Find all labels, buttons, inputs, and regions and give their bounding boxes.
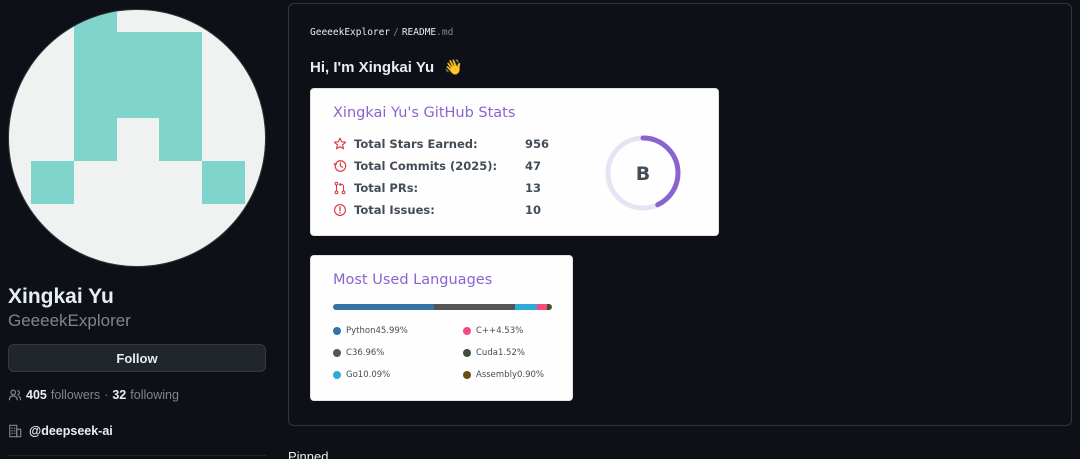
language-name: C++ — [476, 326, 497, 336]
following-label: following — [130, 388, 179, 402]
language-color-dot — [333, 327, 341, 335]
rank-grade: B — [636, 163, 650, 185]
profile-username: GeeeekExplorer — [8, 311, 131, 330]
language-legend-item: Python 45.99% — [333, 326, 408, 336]
language-percent: 0.90% — [516, 370, 544, 380]
stat-label: Total PRs: — [354, 181, 419, 195]
wave-emoji-icon: 👋 — [444, 59, 464, 76]
language-bar-segment — [549, 304, 552, 310]
language-bar-segment — [514, 304, 537, 310]
stats-card-title: Xingkai Yu's GitHub Stats — [333, 105, 516, 121]
readme-breadcrumb: GeeeekExplorer / README.md — [310, 27, 453, 38]
most-used-languages-card: Most Used Languages Python 45.99% C 36.96… — [310, 255, 573, 401]
following-link[interactable]: 32 following — [112, 388, 179, 402]
pull-request-icon — [334, 181, 346, 195]
breadcrumb-extension: .md — [436, 27, 454, 38]
sidebar-divider — [8, 455, 266, 456]
language-legend-item: Cuda 1.52% — [463, 348, 525, 358]
stat-label: Total Issues: — [354, 203, 435, 217]
stat-value: 956 — [525, 137, 550, 151]
stat-row-commits: Total Commits (2025): 47 — [333, 157, 541, 175]
language-legend-item: C 36.96% — [333, 348, 384, 358]
organization[interactable]: @deepseek-ai — [8, 424, 113, 438]
identicon-image — [31, 10, 245, 204]
language-percent: 45.99% — [375, 326, 408, 336]
breadcrumb-file[interactable]: README — [402, 27, 436, 38]
star-icon — [333, 137, 347, 150]
language-name: Cuda — [476, 348, 498, 358]
breadcrumb-separator: / — [393, 27, 399, 38]
language-legend-item: Go 10.09% — [333, 370, 390, 380]
greeting-text: Hi, I'm Xingkai Yu — [310, 59, 435, 76]
language-bar-segment — [433, 304, 515, 310]
language-percent: 36.96% — [351, 348, 385, 358]
follow-button[interactable]: Follow — [8, 344, 266, 372]
follow-separator: · — [104, 388, 109, 402]
breadcrumb-user[interactable]: GeeeekExplorer — [310, 27, 390, 38]
language-color-dot — [463, 349, 471, 357]
clock-icon — [333, 160, 347, 172]
stat-row-issues: Total Issues: 10 — [333, 201, 541, 219]
stat-label: Total Commits (2025): — [354, 159, 498, 173]
followers-link[interactable]: 405 followers — [26, 388, 100, 402]
language-name: Go — [346, 370, 358, 380]
languages-card-title: Most Used Languages — [333, 272, 493, 288]
language-percent: 10.09% — [357, 370, 391, 380]
stat-value: 47 — [525, 159, 542, 173]
organization-icon — [9, 424, 22, 438]
stat-label: Total Stars Earned: — [354, 137, 478, 151]
language-color-dot — [333, 371, 341, 379]
language-name: Assembly — [476, 370, 517, 380]
languages-bar — [333, 304, 552, 310]
language-legend-item: Assembly 0.90% — [463, 370, 544, 380]
rank-ring: B — [605, 135, 681, 211]
profile-page: Xingkai Yu GeeeekExplorer Follow 405 fol… — [0, 0, 1080, 459]
stat-value: 13 — [525, 181, 542, 195]
readme-panel: GeeeekExplorer / README.md Hi, I'm Xingkai… — [288, 3, 1072, 426]
following-count: 32 — [112, 388, 127, 402]
language-bar-segment — [333, 304, 434, 310]
language-percent: 4.53% — [496, 326, 524, 336]
issue-icon — [334, 204, 346, 216]
stat-row-prs: Total PRs: 13 — [333, 179, 541, 197]
language-color-dot — [463, 327, 471, 335]
readme-greeting: Hi, I'm Xingkai Yu 👋 — [310, 58, 463, 76]
profile-full-name: Xingkai Yu — [8, 285, 114, 308]
language-color-dot — [333, 349, 341, 357]
github-stats-card: Xingkai Yu's GitHub Stats Total Stars Ea… — [310, 88, 719, 236]
people-icon — [8, 389, 22, 401]
followers-count: 405 — [26, 388, 47, 402]
language-name: Python — [346, 326, 376, 336]
followers-label: followers — [50, 388, 101, 402]
language-percent: 1.52% — [497, 348, 525, 358]
language-color-dot — [463, 371, 471, 379]
pinned-heading: Pinned — [288, 449, 329, 459]
language-legend-item: C++ 4.53% — [463, 326, 523, 336]
stat-value: 10 — [525, 203, 542, 217]
avatar[interactable] — [8, 9, 266, 267]
follow-stats: 405 followers · 32 following — [8, 388, 179, 402]
stat-row-stars: Total Stars Earned: 956 — [333, 135, 549, 153]
organization-name: @deepseek-ai — [29, 424, 113, 438]
language-bar-segment — [536, 304, 547, 310]
